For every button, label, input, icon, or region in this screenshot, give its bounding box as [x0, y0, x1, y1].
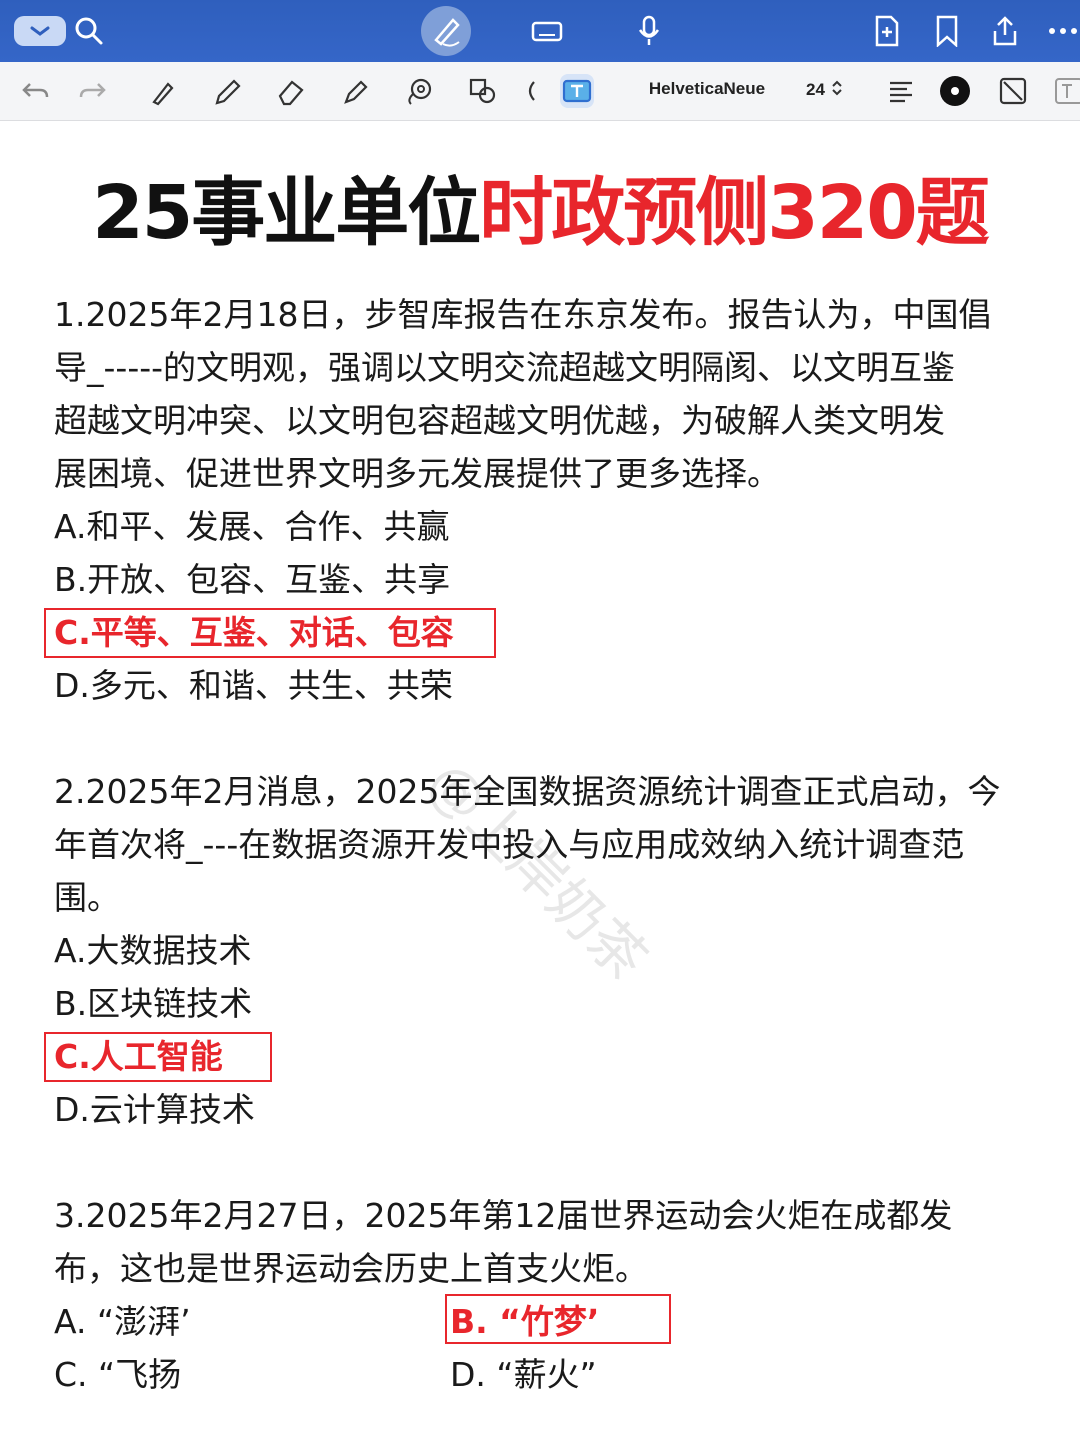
more-button[interactable] [1046, 14, 1080, 48]
question-1-line-4: 展困境、促进世界文明多元发展提供了更多选择。 [54, 454, 780, 493]
question-3-option-d: D. “薪火” [450, 1355, 597, 1394]
question-2-option-a: A.大数据技术 [54, 931, 252, 970]
question-3-option-a: A. “澎湃’ [54, 1302, 191, 1341]
drawing-toolbar: HelveticaNeue 24 [0, 62, 1080, 121]
color-swatch-icon [940, 76, 970, 106]
shape-icon [469, 78, 496, 104]
highlighter-icon [344, 80, 368, 104]
font-size-value: 24 [806, 80, 825, 99]
fountain-pen-icon [152, 82, 174, 106]
lasso-tool[interactable] [402, 74, 436, 108]
question-1-line-1: 1.2025年2月18日，步智库报告在东京发布。报告认为，中国倡 [54, 295, 992, 334]
align-button[interactable] [884, 74, 918, 108]
shape-tool[interactable] [466, 74, 500, 108]
answer-highlight-box [44, 608, 496, 658]
title-part-red: 时政预侧320题 [479, 170, 989, 256]
question-2-option-b: B.区块链技术 [54, 984, 253, 1023]
pen-mode-button[interactable] [421, 6, 471, 56]
question-2-option-d: D.云计算技术 [54, 1090, 255, 1129]
lasso-icon [408, 78, 432, 105]
fountain-pen-tool[interactable] [146, 74, 180, 108]
page-title: 25事业单位时政预侧320题 [0, 168, 1080, 258]
bookmark-button[interactable] [930, 14, 964, 48]
add-page-button[interactable] [870, 14, 904, 48]
eraser-tool[interactable] [274, 74, 308, 108]
image-tool[interactable] [522, 74, 538, 108]
question-2-line-3: 围。 [54, 878, 120, 917]
microphone-icon [638, 15, 660, 45]
add-page-icon [875, 15, 899, 47]
keyboard-button[interactable] [530, 14, 564, 48]
question-1-option-d: D.多元、和谐、共生、共荣 [54, 666, 453, 705]
border-style-icon [999, 77, 1027, 105]
bookmark-icon [936, 15, 958, 47]
question-3-line-1: 3.2025年2月27日，2025年第12届世界运动会火炬在成都发 [54, 1196, 953, 1235]
question-1-line-2: 导_-----的文明观，强调以文明交流超越文明隔阂、以文明互鉴 [54, 348, 956, 387]
title-part-black: 25事业单位 [92, 170, 481, 256]
question-2-line-1: 2.2025年2月消息，2025年全国数据资源统计调查正式启动，今 [54, 772, 1001, 811]
highlighter-tool[interactable] [338, 74, 372, 108]
share-icon [993, 16, 1017, 46]
text-style-icon [1055, 78, 1080, 104]
question-1-option-a: A.和平、发展、合作、共赢 [54, 507, 450, 546]
pencil-icon [215, 79, 241, 105]
font-size-selector[interactable]: 24 [806, 79, 844, 100]
share-button[interactable] [988, 14, 1022, 48]
border-style-button[interactable] [996, 74, 1030, 108]
redo-button[interactable] [76, 74, 110, 108]
question-3-option-c: C. “飞扬 [54, 1355, 182, 1394]
text-style-button[interactable] [1052, 74, 1080, 108]
more-icon [1049, 28, 1077, 34]
question-2-line-2: 年首次将_---在数据资源开发中投入与应用成效纳入统计调查范 [54, 825, 965, 864]
answer-highlight-box [44, 1032, 272, 1082]
sidebar-toggle-button[interactable] [14, 16, 66, 46]
top-bar [0, 0, 1080, 62]
undo-button[interactable] [18, 74, 52, 108]
search-icon [75, 17, 103, 45]
search-button[interactable] [72, 14, 106, 48]
undo-icon [22, 83, 49, 98]
image-icon [528, 81, 535, 101]
font-family-selector[interactable]: HelveticaNeue [632, 79, 782, 99]
answer-highlight-box [445, 1294, 671, 1344]
text-tool[interactable] [560, 74, 594, 108]
pencil-tool[interactable] [210, 74, 244, 108]
eraser-icon [278, 80, 304, 106]
question-1-option-b: B.开放、包容、互鉴、共享 [54, 560, 451, 599]
redo-icon [79, 83, 106, 98]
microphone-button[interactable] [632, 14, 666, 48]
color-picker-button[interactable] [938, 74, 972, 108]
text-box-icon [562, 79, 592, 103]
align-left-icon [890, 81, 912, 103]
pen-icon [434, 18, 460, 47]
stepper-icon [831, 80, 842, 96]
keyboard-icon [531, 21, 563, 42]
chevron-down-icon [30, 26, 50, 36]
question-3-line-2: 布，这也是世界运动会历史上首支火炬。 [54, 1249, 648, 1288]
question-1-line-3: 超越文明冲突、以文明包容超越文明优越，为破解人类文明发 [54, 401, 945, 440]
